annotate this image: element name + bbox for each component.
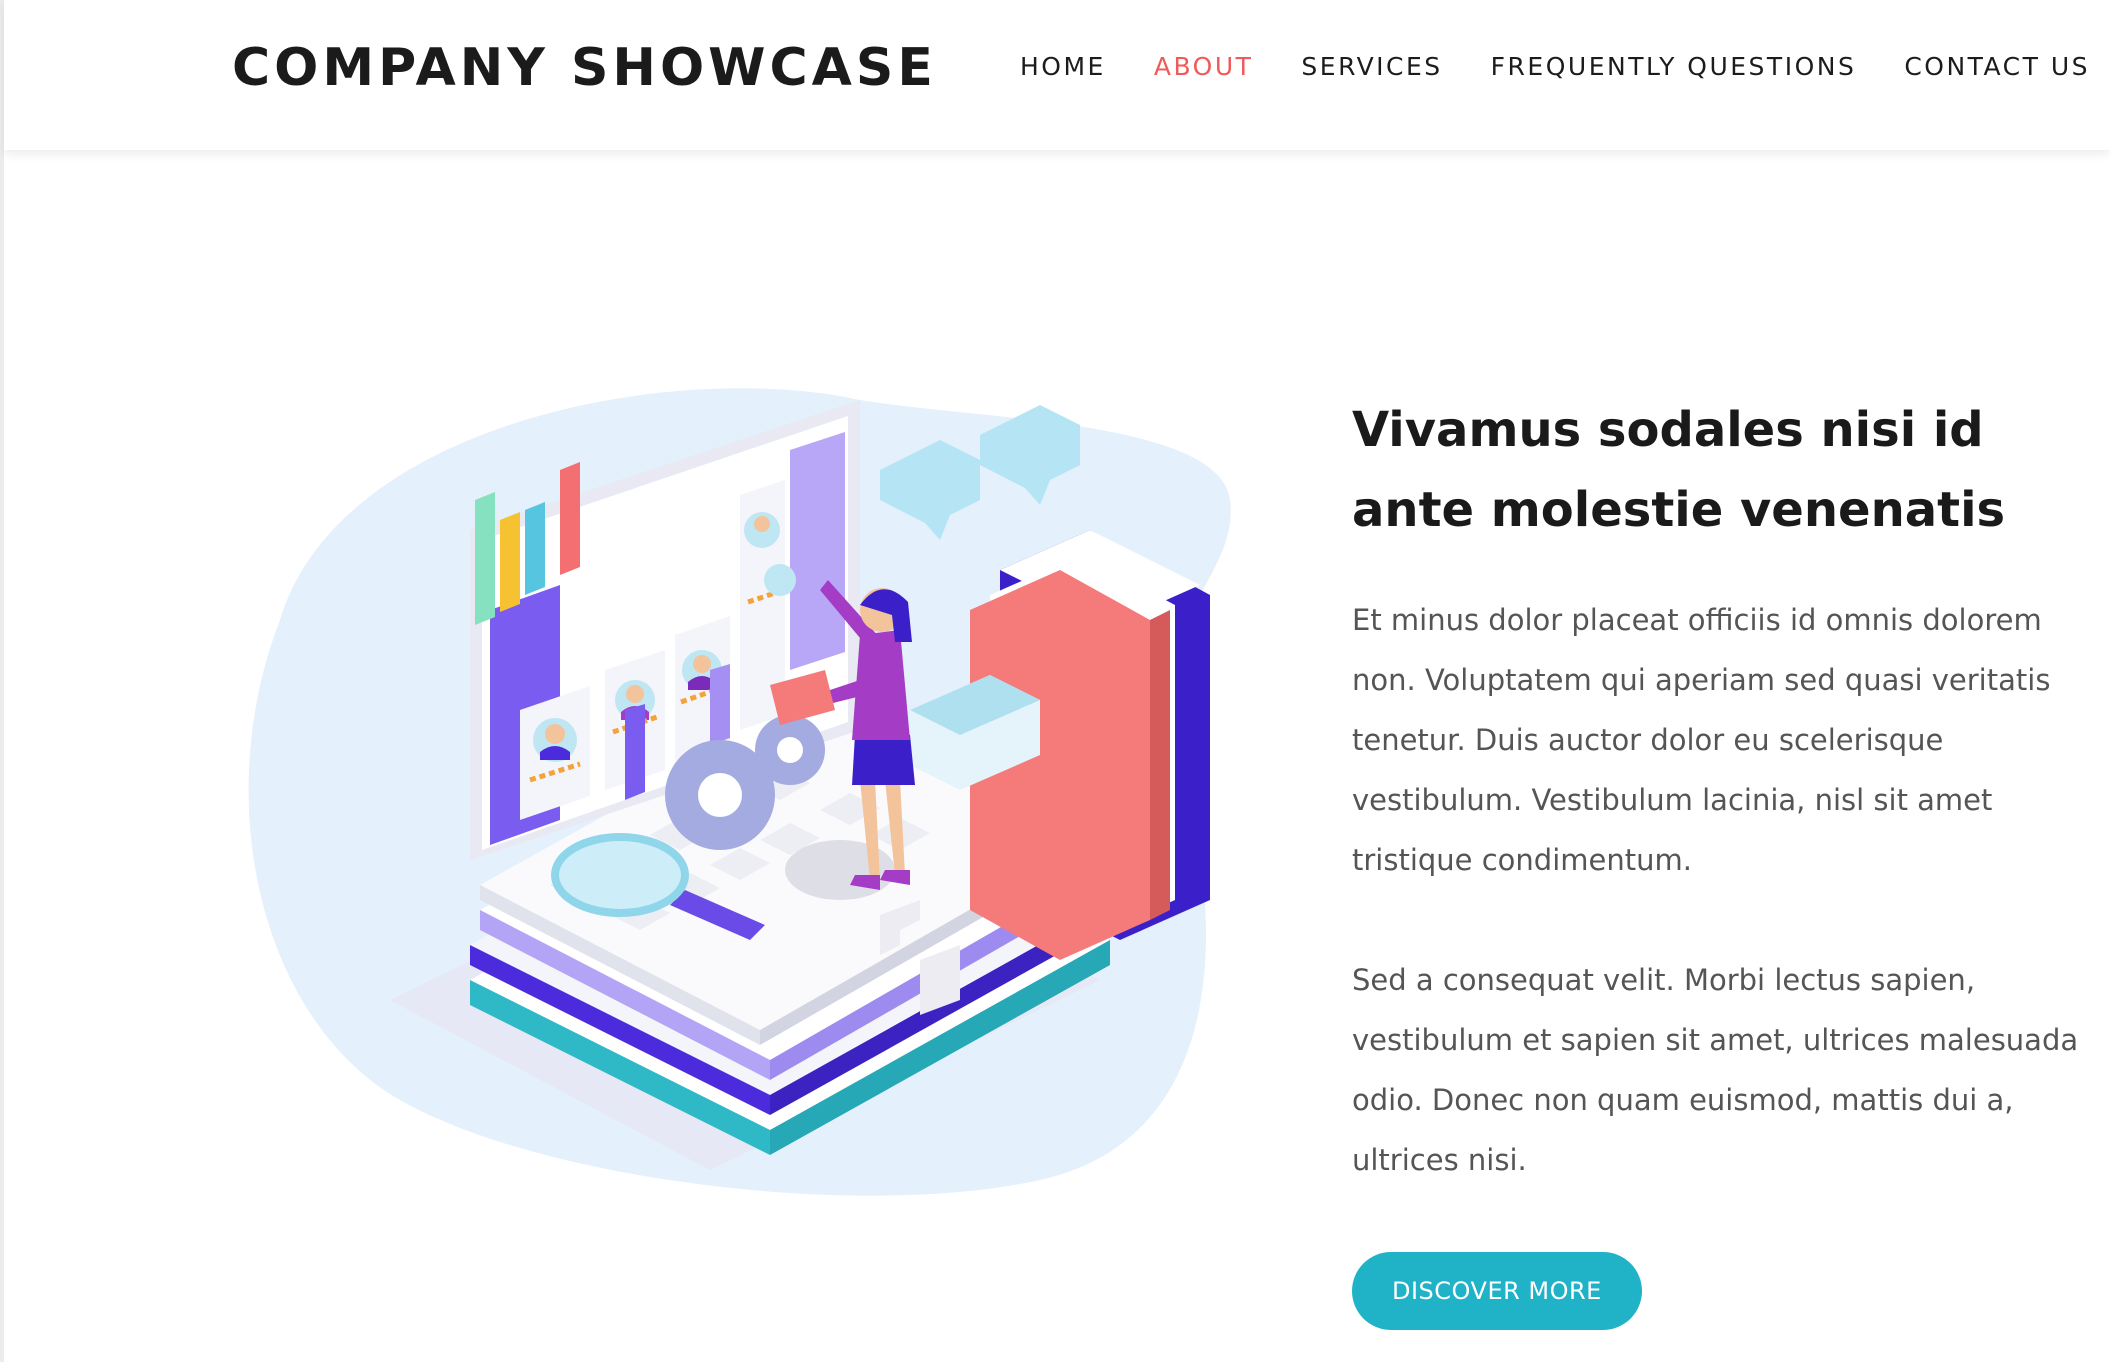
- nav-faq[interactable]: FREQUENTLY QUESTIONS: [1491, 52, 1857, 81]
- paragraph-1: Et minus dolor placeat officiis id omnis…: [1352, 603, 2051, 877]
- site-header: COMPANY SHOWCASE HOME ABOUT SERVICES FRE…: [4, 0, 2110, 150]
- main-nav: HOME ABOUT SERVICES FREQUENTLY QUESTIONS…: [1020, 52, 2090, 81]
- about-section: Vivamus sodales nisi id ante molestie ve…: [1352, 390, 2092, 1330]
- nav-services[interactable]: SERVICES: [1301, 52, 1442, 81]
- nav-home[interactable]: HOME: [1020, 52, 1106, 81]
- page: COMPANY SHOWCASE HOME ABOUT SERVICES FRE…: [0, 0, 2110, 1362]
- brand-logo[interactable]: COMPANY SHOWCASE: [232, 38, 937, 98]
- nav-contact[interactable]: CONTACT US: [1904, 52, 2090, 81]
- nav-about[interactable]: ABOUT: [1154, 52, 1254, 81]
- hero-illustration: [248, 388, 1231, 1196]
- discover-more-button[interactable]: DISCOVER MORE: [1352, 1252, 1642, 1330]
- page-left-border: [0, 0, 4, 1362]
- section-heading: Vivamus sodales nisi id ante molestie ve…: [1352, 402, 2006, 538]
- paragraph-2: Sed a consequat velit. Morbi lectus sapi…: [1352, 963, 2079, 1177]
